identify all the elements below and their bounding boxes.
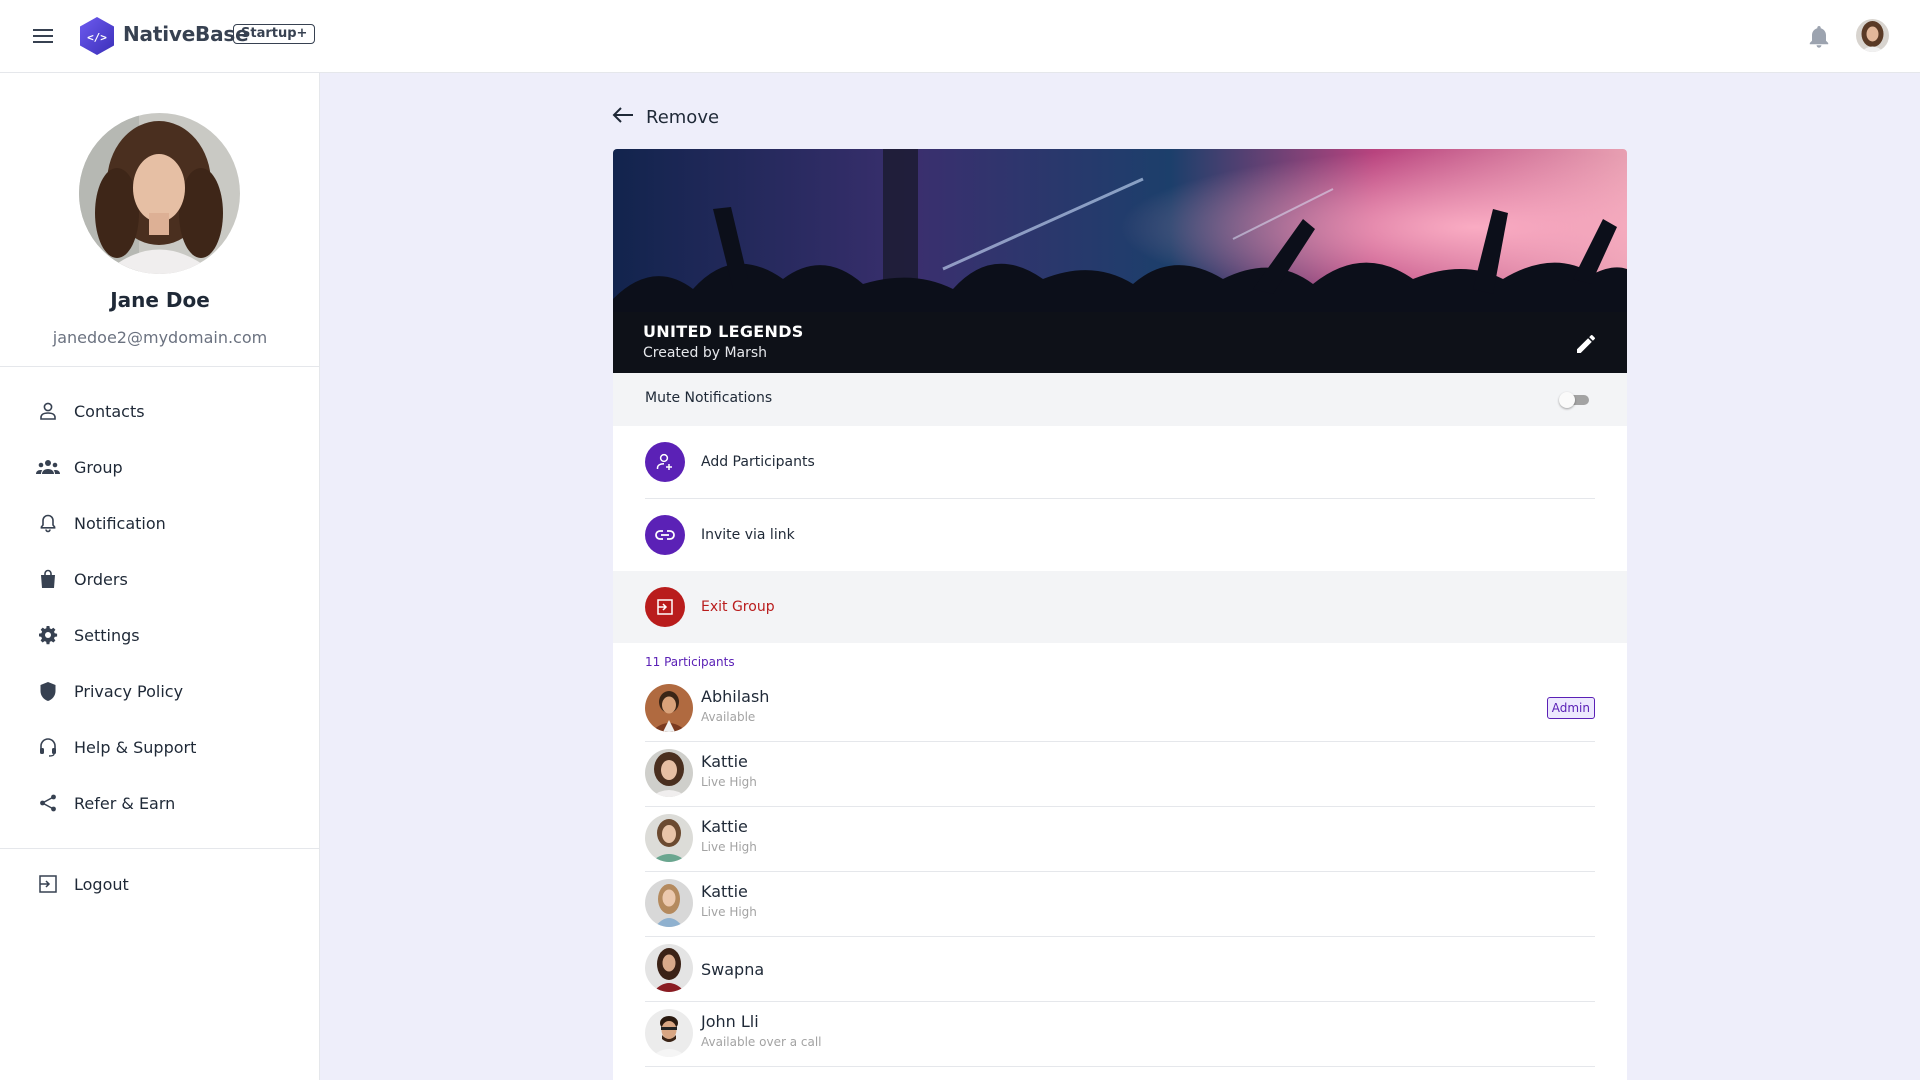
- participant-name: John Lli: [701, 1012, 759, 1031]
- participant-name: Kattie: [701, 882, 748, 901]
- shopping-bag-icon: [36, 567, 60, 591]
- participant-row[interactable]: Swapna: [645, 937, 1595, 1002]
- sidebar-item-contacts[interactable]: Contacts: [36, 393, 296, 429]
- sidebar-item-label: Help & Support: [74, 737, 197, 757]
- sidebar: Jane Doe janedoe2@mydomain.com Contacts …: [0, 73, 320, 1080]
- exit-icon: [645, 587, 685, 627]
- participant-status: Available over a call: [701, 1035, 822, 1049]
- invite-via-link-label: Invite via link: [701, 527, 795, 543]
- group-title: UNITED LEGENDS: [643, 322, 804, 341]
- gear-icon: [36, 623, 60, 647]
- user-avatar[interactable]: [1856, 19, 1889, 52]
- sidebar-divider: [0, 366, 319, 367]
- admin-badge: Admin: [1546, 697, 1595, 719]
- profile-email: janedoe2@mydomain.com: [52, 328, 268, 347]
- sidebar-item-label: Settings: [74, 625, 140, 645]
- top-header: </> NativeBase Startup+: [0, 0, 1920, 73]
- sidebar-item-settings[interactable]: Settings: [36, 617, 296, 653]
- participant-row[interactable]: John Lli Available over a call: [645, 1002, 1595, 1067]
- sidebar-item-refer-earn[interactable]: Refer & Earn: [36, 785, 296, 821]
- exit-group-button[interactable]: Exit Group: [613, 571, 1627, 643]
- participant-status: Live High: [701, 775, 757, 789]
- add-participants-button[interactable]: Add Participants: [613, 426, 1627, 498]
- participant-name: Kattie: [701, 817, 748, 836]
- edit-pencil-icon[interactable]: [1574, 332, 1598, 356]
- arrow-left-icon: [612, 106, 634, 128]
- sidebar-item-logout[interactable]: Logout: [36, 866, 296, 902]
- exit-group-label: Exit Group: [701, 599, 775, 615]
- participant-row[interactable]: Kattie Live High: [645, 872, 1595, 937]
- participant-row[interactable]: Kattie Live High: [645, 807, 1595, 872]
- nativebase-logo-icon[interactable]: </>: [78, 16, 116, 56]
- participant-status: Live High: [701, 840, 757, 854]
- toggle-knob: [1559, 392, 1575, 408]
- sidebar-item-label: Privacy Policy: [74, 681, 184, 701]
- participant-avatar: [645, 684, 693, 732]
- person-icon: [36, 399, 60, 423]
- group-creator: Created by Marsh: [643, 345, 768, 361]
- participant-avatar: [645, 749, 693, 797]
- sidebar-item-orders[interactable]: Orders: [36, 561, 296, 597]
- share-icon: [36, 791, 60, 815]
- mute-notifications-row: Mute Notifications: [613, 373, 1627, 426]
- participant-avatar: [645, 944, 693, 992]
- participant-avatar: [645, 814, 693, 862]
- participants-count: 11 Participants: [645, 655, 735, 669]
- sidebar-item-label: Logout: [74, 874, 129, 894]
- profile-avatar[interactable]: [79, 113, 240, 274]
- brand-name: NativeBase: [123, 22, 249, 46]
- logout-icon: [36, 872, 60, 896]
- invite-via-link-button[interactable]: Invite via link: [613, 499, 1627, 571]
- participant-status: Live High: [701, 905, 757, 919]
- group-icon: [36, 455, 60, 479]
- sidebar-item-help-support[interactable]: Help & Support: [36, 729, 296, 765]
- add-participants-label: Add Participants: [701, 454, 815, 470]
- bell-icon: [36, 511, 60, 535]
- profile-name: Jane Doe: [110, 288, 210, 312]
- sidebar-item-group[interactable]: Group: [36, 449, 296, 485]
- group-info-card: UNITED LEGENDS Created by Marsh Mute Not…: [613, 149, 1627, 1080]
- back-button[interactable]: Remove: [612, 106, 719, 128]
- plan-badge: Startup+: [233, 24, 316, 44]
- headset-icon: [36, 735, 60, 759]
- svg-text:</>: </>: [87, 31, 107, 44]
- sidebar-divider: [0, 848, 319, 849]
- participant-row[interactable]: Abhilash Available Admin: [645, 677, 1595, 742]
- sidebar-item-label: Refer & Earn: [74, 793, 176, 813]
- hamburger-menu-icon[interactable]: [30, 24, 56, 48]
- participant-avatar: [645, 879, 693, 927]
- sidebar-item-notification[interactable]: Notification: [36, 505, 296, 541]
- participant-status: Available: [701, 710, 756, 724]
- mute-notifications-toggle[interactable]: [1559, 392, 1589, 408]
- sidebar-item-label: Group: [74, 457, 123, 477]
- notification-bell-icon[interactable]: [1807, 24, 1831, 50]
- participant-row[interactable]: Kattie Live High: [645, 742, 1595, 807]
- mute-notifications-label: Mute Notifications: [645, 390, 773, 406]
- participant-name: Kattie: [701, 752, 748, 771]
- sidebar-item-label: Orders: [74, 569, 128, 589]
- sidebar-item-privacy-policy[interactable]: Privacy Policy: [36, 673, 296, 709]
- participant-name: Abhilash: [701, 687, 770, 706]
- sidebar-item-label: Notification: [74, 513, 166, 533]
- shield-icon: [36, 679, 60, 703]
- back-label: Remove: [646, 106, 720, 128]
- participant-name: Swapna: [701, 960, 765, 979]
- sidebar-item-label: Contacts: [74, 401, 145, 421]
- row-divider: [645, 1066, 1595, 1067]
- add-person-icon: [645, 442, 685, 482]
- link-icon: [645, 515, 685, 555]
- participant-avatar: [645, 1009, 693, 1057]
